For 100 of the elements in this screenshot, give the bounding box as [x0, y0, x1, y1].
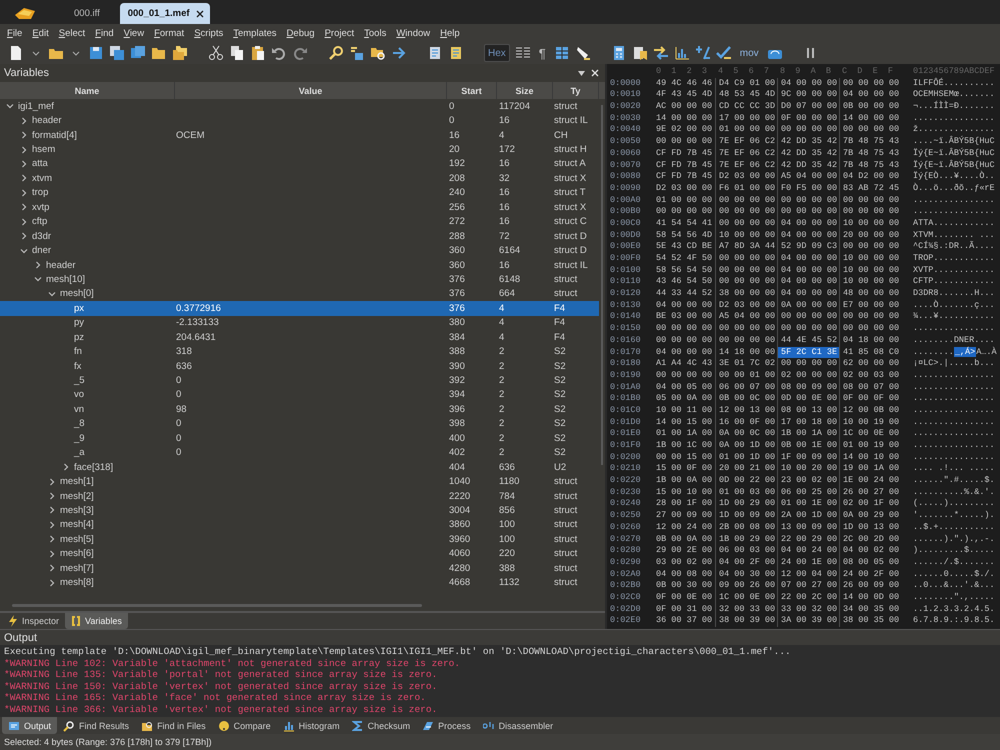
hex-bytes[interactable]: 00 00 00 00 — [715, 323, 777, 335]
hex-bytes[interactable]: 04 00 00 00 — [777, 230, 839, 242]
close-icon[interactable] — [196, 10, 204, 18]
chevron-icon[interactable] — [34, 261, 42, 270]
hex-bytes[interactable]: 38 00 39 00 — [715, 615, 777, 627]
column-header[interactable]: Ty — [553, 82, 599, 99]
menu-item[interactable]: Select — [54, 28, 90, 38]
panel-tab[interactable]: Compare — [212, 717, 277, 734]
hex-bytes[interactable]: 1B 00 29 00 — [715, 534, 777, 546]
column-header[interactable]: Start — [447, 82, 497, 99]
dropdown-icon[interactable] — [578, 70, 585, 76]
column-header[interactable]: Name — [0, 82, 175, 99]
hex-bytes[interactable]: 49 4C 46 46 — [653, 78, 715, 90]
hex-bytes[interactable]: 7E EF 06 C2 — [715, 148, 777, 160]
hex-bytes[interactable]: 04 00 00 00 — [777, 78, 839, 90]
scrollbar[interactable] — [12, 604, 422, 607]
hex-bytes[interactable]: 7B 48 75 43 — [839, 160, 901, 172]
tree-row[interactable]: pz 204.6431 384 4 F4 — [0, 330, 599, 344]
hex-bytes[interactable]: 04 00 30 00 — [715, 568, 777, 580]
hex-bytes[interactable]: 0A 00 00 00 — [777, 300, 839, 312]
scrollbar[interactable] — [601, 105, 603, 465]
hex-bytes[interactable]: 1B 00 1A 00 — [777, 428, 839, 440]
hex-bytes[interactable]: 10 00 00 00 — [839, 276, 901, 288]
chevron-icon[interactable] — [48, 564, 56, 572]
hex-bytes[interactable]: 00 00 00 00 — [715, 276, 777, 288]
hex-bytes[interactable]: 9E 02 00 00 — [653, 124, 715, 136]
hex-bytes[interactable]: 62 00 00 00 — [839, 358, 901, 370]
hex-bytes[interactable]: 19 00 1A 00 — [839, 463, 901, 476]
panel-tab[interactable]: Histogram — [276, 717, 346, 734]
hex-bytes[interactable]: 10 00 19 00 — [839, 416, 901, 428]
tree-row[interactable]: hsem 20 172 struct H — [0, 142, 599, 157]
hex-bytes[interactable]: 17 00 00 00 — [715, 112, 777, 124]
hex-bytes[interactable]: 04 00 00 00 — [777, 253, 839, 265]
hex-bytes[interactable]: 00 00 00 00 — [777, 206, 839, 218]
tree-row[interactable]: atta 192 16 struct A — [0, 156, 599, 172]
hex-bytes[interactable]: 00 00 00 00 — [839, 124, 901, 136]
menu-item[interactable]: Tools — [359, 28, 392, 38]
chevron-icon[interactable] — [20, 116, 28, 125]
hex-bytes[interactable]: 0D 00 0E 00 — [777, 393, 839, 405]
hex-bytes[interactable]: CF FD 7B 45 — [653, 160, 715, 172]
hex-bytes[interactable]: 04 00 00 00 — [653, 300, 715, 312]
redo-icon[interactable] — [292, 45, 308, 61]
hex-bytes[interactable]: 04 18 00 00 — [839, 334, 901, 346]
hex-bytes[interactable]: 10 00 00 00 — [839, 253, 901, 265]
panel-tab[interactable]: Find Results — [57, 717, 136, 734]
hex-bytes[interactable]: 12 00 13 00 — [715, 404, 777, 417]
hex-bytes[interactable]: 00 00 00 00 — [653, 206, 715, 218]
tree-row[interactable]: mesh[8] 4668 1132 struct — [0, 575, 599, 590]
hex-bytes[interactable]: 12 00 24 00 — [653, 522, 715, 534]
menu-item[interactable]: Help — [435, 28, 465, 38]
tree-row[interactable]: vn 98 396 2 S2 — [0, 402, 599, 417]
hex-bytes[interactable]: 00 00 00 00 — [653, 136, 715, 148]
hex-bytes[interactable]: AC 00 00 00 — [653, 101, 715, 113]
tree-row[interactable]: header 360 16 struct IL — [0, 258, 599, 272]
hex-bytes[interactable]: 54 52 4F 50 — [653, 253, 715, 265]
hex-bytes[interactable]: 33 00 32 00 — [777, 604, 839, 616]
tree-row[interactable]: _5 0 392 2 S2 — [0, 373, 599, 388]
hex-bytes[interactable]: 02 00 00 00 — [777, 370, 839, 382]
hex-bytes[interactable]: 00 00 00 00 — [839, 194, 901, 206]
hex-bytes[interactable]: 41 85 08 C0 — [839, 346, 901, 358]
toolbar-button[interactable]: ¶ — [536, 44, 549, 62]
save-all-icon[interactable] — [130, 45, 146, 61]
hex-bytes[interactable]: 08 00 09 00 — [777, 382, 839, 394]
hex-bytes[interactable]: 24 00 1E 00 — [777, 556, 839, 569]
hex-bytes[interactable]: 42 DD 35 42 — [777, 136, 839, 148]
hex-bytes[interactable]: 42 DD 35 42 — [777, 148, 839, 160]
hex-bytes[interactable]: 02 00 03 00 — [839, 370, 901, 382]
chevron-icon[interactable] — [48, 578, 56, 587]
chevron-icon[interactable] — [20, 203, 28, 212]
panel-tab[interactable]: Variables — [65, 613, 128, 629]
hex-bytes[interactable]: 15 00 10 00 — [653, 486, 715, 498]
hex-bytes[interactable]: 16 00 0F 00 — [715, 416, 777, 428]
script-icon[interactable] — [427, 45, 443, 61]
hex-bytes[interactable]: 00 00 00 00 — [715, 334, 777, 346]
chevron-icon[interactable] — [20, 174, 28, 182]
hex-bytes[interactable]: 58 54 56 4D — [653, 230, 715, 242]
chevron-icon[interactable] — [62, 463, 70, 472]
hex-bytes[interactable]: D2 03 00 00 — [715, 300, 777, 312]
hex-bytes[interactable]: D2 03 00 00 — [653, 182, 715, 195]
hex-bytes[interactable]: 00 00 00 00 — [839, 323, 901, 335]
hex-bytes[interactable]: 0F 00 0F 00 — [839, 393, 901, 405]
app-logo-icon[interactable] — [14, 6, 36, 20]
hex-bytes[interactable]: 0F 00 31 00 — [653, 604, 715, 616]
hex-bytes[interactable]: 04 00 00 00 — [777, 218, 839, 230]
hex-bytes[interactable]: 00 00 00 00 — [777, 311, 839, 324]
hex-bytes[interactable]: 10 00 00 00 — [839, 218, 901, 230]
tree-row[interactable]: mesh[1] 1040 1180 struct — [0, 474, 599, 489]
tree-row[interactable]: trop 240 16 struct T — [0, 186, 599, 200]
hex-bytes[interactable]: 01 00 00 00 — [715, 124, 777, 136]
hex-bytes[interactable]: 12 00 0B 00 — [839, 404, 901, 417]
hex-bytes[interactable]: 0A 00 1D 00 — [715, 440, 777, 452]
hex-bytes[interactable]: 2C 00 2D 00 — [839, 534, 901, 546]
hex-bytes[interactable]: 07 00 27 00 — [777, 580, 839, 592]
hex-bytes[interactable]: 32 00 33 00 — [715, 604, 777, 616]
menu-item[interactable]: Scripts — [189, 28, 228, 38]
hex-bytes[interactable]: 01 00 1D 00 — [715, 452, 777, 464]
hex-bytes[interactable]: 23 00 02 00 — [777, 475, 839, 487]
chevron-icon[interactable] — [48, 550, 56, 558]
hex-bytes[interactable]: 14 00 10 00 — [839, 452, 901, 464]
hex-bytes[interactable]: 06 00 03 00 — [715, 545, 777, 557]
